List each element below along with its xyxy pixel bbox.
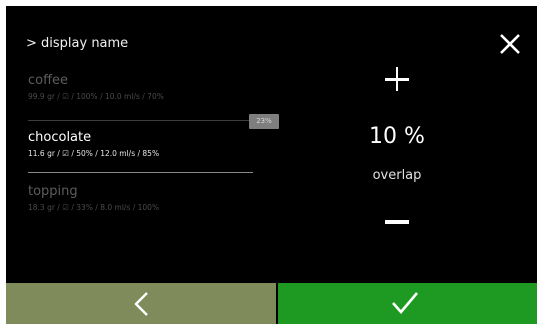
increase-button[interactable]	[385, 67, 409, 91]
decrease-button[interactable]	[385, 220, 409, 224]
overlap-badge: 23%	[249, 114, 279, 129]
ingredient-name: topping	[28, 184, 78, 199]
ingredient-chocolate[interactable]: chocolate 11.6 gr / ☑ / 50% / 12.0 ml/s …	[28, 130, 260, 158]
page-title: > display name	[26, 36, 129, 51]
divider	[28, 120, 252, 121]
ingredient-name: chocolate	[28, 130, 92, 145]
overlap-label: overlap	[372, 168, 422, 183]
ingredient-detail: 99.9 gr / ☑ / 100% / 10.0 ml/s / 70%	[28, 92, 164, 101]
close-icon	[500, 34, 520, 54]
screen: > display name coffee 99.9 gr / ☑ / 100%…	[6, 6, 537, 324]
ingredient-detail: 11.6 gr / ☑ / 50% / 12.0 ml/s / 85%	[28, 149, 160, 158]
checkmark-icon	[392, 292, 418, 314]
back-button[interactable]	[6, 283, 276, 324]
divider	[28, 172, 253, 173]
overlap-value: 10 %	[369, 124, 425, 149]
ingredient-coffee[interactable]: coffee 99.9 gr / ☑ / 100% / 10.0 ml/s / …	[28, 73, 260, 101]
confirm-button[interactable]	[278, 283, 537, 324]
close-button[interactable]	[498, 32, 522, 56]
ingredient-detail: 18.3 gr / ☑ / 33% / 8.0 ml/s / 100%	[28, 203, 160, 212]
ingredient-name: coffee	[28, 73, 69, 88]
chevron-left-icon	[134, 292, 148, 316]
ingredient-topping[interactable]: topping 18.3 gr / ☑ / 33% / 8.0 ml/s / 1…	[28, 184, 260, 212]
